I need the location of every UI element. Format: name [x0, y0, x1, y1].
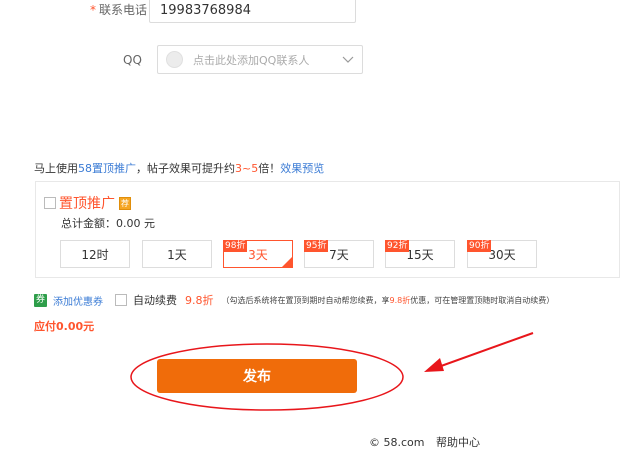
footer: © 58.com 帮助中心 — [369, 434, 480, 450]
annotation-overlay — [130, 332, 534, 411]
annotation-arrow-line — [429, 332, 534, 371]
footer-help-link[interactable]: 帮助中心 — [436, 436, 480, 449]
footer-copyright: © 58.com — [369, 436, 425, 449]
annotation-ellipse — [130, 343, 404, 411]
annotation-arrow-icon — [424, 358, 444, 372]
